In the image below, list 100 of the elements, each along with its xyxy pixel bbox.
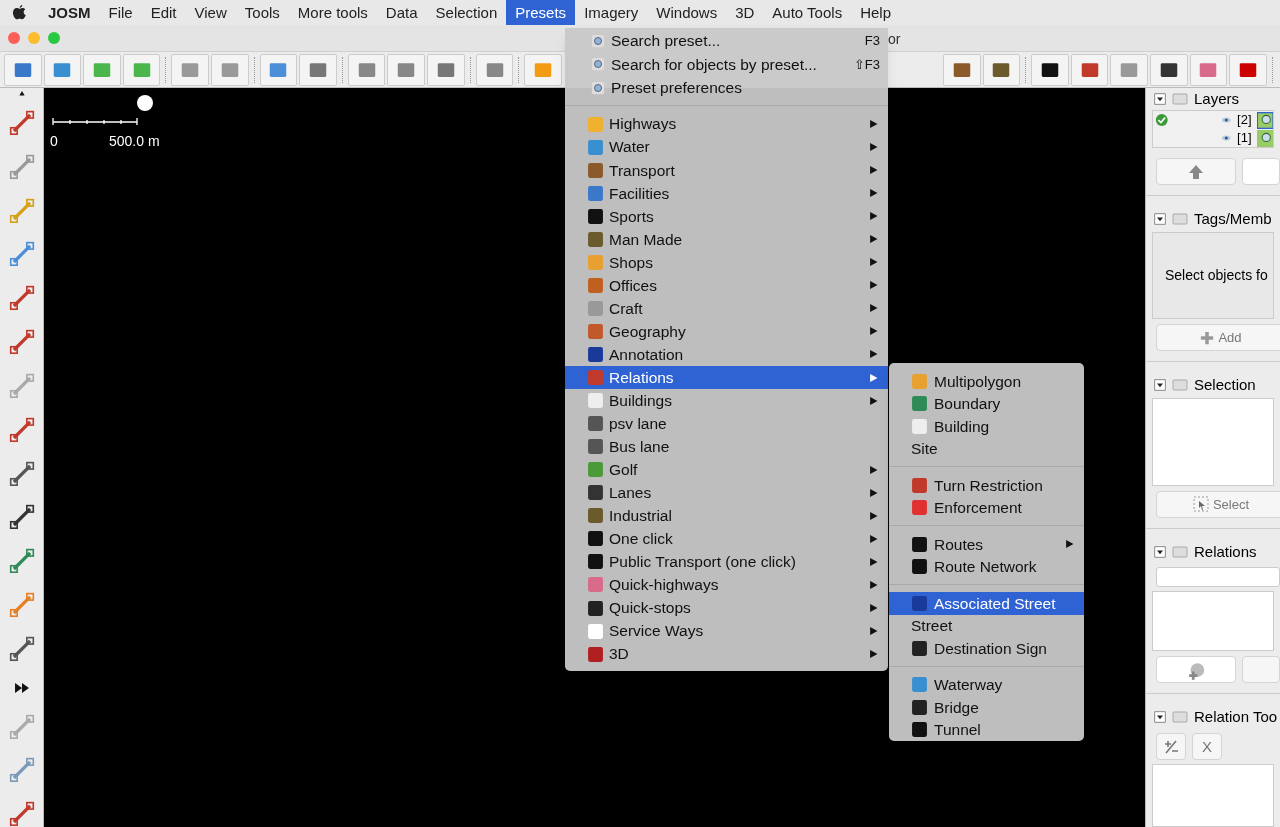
preset-icon	[587, 599, 604, 617]
close-button[interactable]	[8, 32, 20, 44]
menu-item[interactable]: Windows	[647, 0, 727, 25]
eye-icon[interactable]	[1219, 133, 1233, 143]
tool-icon[interactable]	[8, 109, 35, 136]
menu-item[interactable]: Water	[565, 135, 888, 159]
menu-item[interactable]: Waterway	[889, 673, 1084, 696]
toolbar-button[interactable]	[982, 53, 1021, 86]
menu-item[interactable]: Quick-highways	[565, 573, 888, 597]
menu-item[interactable]: Shops	[565, 250, 888, 274]
layer-label[interactable]: [2]	[1237, 110, 1252, 130]
menu-item[interactable]: Lanes	[565, 481, 888, 505]
tool-icon[interactable]	[8, 416, 35, 443]
menu-item[interactable]: One click	[565, 527, 888, 551]
menu-item[interactable]: Bus lane	[565, 435, 888, 459]
menu-item[interactable]: Service Ways	[565, 619, 888, 643]
submenu-arrow-icon	[869, 188, 878, 199]
collapse-toggle-icon[interactable]	[1154, 213, 1166, 225]
menu-item[interactable]: More tools	[288, 0, 377, 25]
tool-icon[interactable]	[8, 801, 35, 827]
preset-icon	[587, 230, 604, 248]
submenu-arrow-icon	[869, 119, 878, 129]
menu-item[interactable]: Turn Restriction	[889, 474, 1084, 497]
scale-label: 0	[50, 132, 58, 151]
layer-type-icon	[1256, 111, 1273, 129]
menu-item[interactable]: Tools	[235, 0, 289, 25]
menu-item[interactable]: Destination Sign	[889, 637, 1084, 660]
filter-field[interactable]	[1156, 566, 1280, 587]
menu-item[interactable]: Edit	[141, 0, 186, 25]
tool-icon[interactable]	[8, 329, 35, 355]
apple-icon[interactable]	[12, 4, 27, 21]
menu-item[interactable]: 3D	[565, 642, 888, 666]
submenu-arrow-icon	[869, 372, 878, 383]
menu-item[interactable]: Annotation	[565, 342, 888, 366]
menu-item[interactable]: Facilities	[565, 181, 888, 205]
layer-label[interactable]: [1]	[1237, 128, 1252, 148]
preset-icon	[587, 253, 604, 271]
menu-item[interactable]: View	[185, 0, 236, 25]
collapse-toggle-icon[interactable]	[1154, 93, 1166, 105]
remove-button[interactable]: X	[1192, 733, 1222, 761]
menu-item[interactable]: Building	[889, 415, 1084, 438]
menu-item[interactable]: Industrial	[565, 504, 888, 528]
menu-item[interactable]: Selection	[426, 0, 507, 25]
menu-item[interactable]: Transport	[565, 158, 888, 182]
menu-item[interactable]: Craft	[565, 296, 888, 320]
toolbar-button[interactable]	[1031, 53, 1069, 86]
menu-item[interactable]: Auto Tools	[763, 0, 852, 25]
menu-item[interactable]: Bridge	[889, 696, 1084, 719]
panel-title: Tags/Memb	[1194, 208, 1272, 229]
tool-icon[interactable]	[8, 504, 35, 531]
menu-item[interactable]: Buildings	[565, 389, 888, 413]
submenu-arrow-icon	[869, 510, 878, 521]
add-remove-button[interactable]	[1156, 733, 1186, 761]
tool-icon[interactable]	[8, 635, 35, 662]
menu-item[interactable]: Enforcement	[889, 496, 1084, 519]
menu-item[interactable]: 3D	[726, 0, 764, 25]
submenu-arrow-icon	[869, 487, 878, 498]
panel-icon	[1171, 211, 1189, 227]
menu-item[interactable]: Quick-stops	[565, 596, 888, 620]
menu-item[interactable]: Search preset... F3	[565, 29, 888, 53]
menu-item[interactable]: Street	[889, 614, 1084, 637]
collapse-toggle-icon[interactable]	[1154, 711, 1166, 724]
menu-item[interactable]: JOSM	[39, 0, 100, 25]
new-relation-button[interactable]	[1156, 656, 1237, 684]
menu-item[interactable]: File	[99, 0, 142, 25]
menu-item[interactable]: Boundary	[889, 392, 1084, 415]
collapse-toggle-icon[interactable]	[1154, 379, 1166, 392]
tool-icon[interactable]	[8, 460, 35, 487]
menu-item[interactable]: Search for objects by preset... ⇧F3	[565, 52, 888, 76]
menu-item[interactable]: Imagery	[575, 0, 648, 25]
menu-item[interactable]: Geography	[565, 319, 888, 343]
select-button[interactable]: Select	[1156, 490, 1280, 518]
menu-item[interactable]: Golf	[565, 458, 888, 482]
menu-item[interactable]: Highways	[565, 112, 888, 136]
menu-item[interactable]: Multipolygon	[889, 370, 1084, 393]
menu-item[interactable]: Data	[376, 0, 427, 25]
menu-item[interactable]: Presets	[506, 0, 576, 25]
move-up-button[interactable]	[1156, 158, 1237, 185]
menu-item[interactable]: Man Made	[565, 227, 888, 251]
menu-item[interactable]: psv lane	[565, 412, 888, 436]
menu-item[interactable]: Preset preferences	[565, 76, 888, 100]
menu-item[interactable]: Associated Street	[889, 592, 1084, 615]
scroll-up-arrow-icon[interactable]	[16, 90, 27, 96]
menu-item[interactable]: Sports	[565, 204, 888, 228]
menu-item[interactable]: Offices	[565, 273, 888, 297]
zoom-button[interactable]	[48, 32, 60, 44]
menu-item[interactable]: Route Network	[889, 555, 1084, 578]
collapse-toggle-icon[interactable]	[1154, 545, 1166, 558]
add-button[interactable]: Add	[1156, 324, 1280, 352]
menu-item[interactable]: Site	[889, 437, 1084, 460]
tool-icon[interactable]	[8, 285, 35, 312]
preset-icon	[587, 530, 604, 548]
menu-item[interactable]: Tunnel	[889, 718, 1084, 741]
menu-item[interactable]: Routes	[889, 533, 1084, 556]
menu-item[interactable]: Help	[851, 0, 900, 25]
menu-item[interactable]: Public Transport (one click)	[565, 550, 888, 574]
toolbar-button[interactable]	[1150, 53, 1188, 86]
eye-icon[interactable]	[1219, 115, 1233, 125]
menu-item[interactable]: Relations	[565, 366, 888, 390]
preset-icon	[587, 161, 604, 179]
